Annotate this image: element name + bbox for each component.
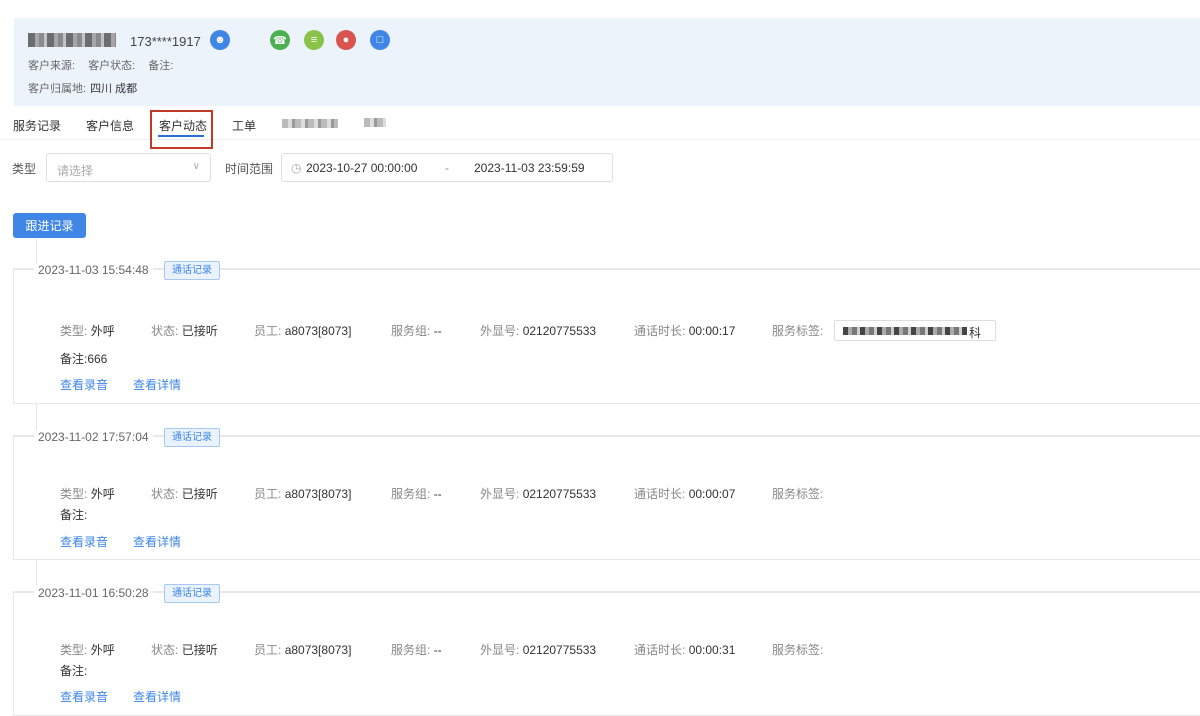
phone-call-icon[interactable]: ☎ <box>270 30 290 50</box>
record-display-number: 外显号: 02120775533 <box>480 643 597 657</box>
tab-bar: 服务记录 客户信息 客户动态 工单 <box>0 106 1200 149</box>
record-time: 2023-11-02 17:57:04 <box>34 430 153 444</box>
location-label: 客户归属地: <box>28 83 87 95</box>
clock-icon: ◷ <box>291 161 302 175</box>
contact-block-icon[interactable]: ● <box>336 30 356 50</box>
record-type-tag: 通话记录 <box>164 584 220 603</box>
customer-phone: 173****1917 <box>130 34 201 49</box>
record-staff: 员工: a8073[8073] <box>254 324 352 338</box>
user-profile-icon[interactable]: ☻ <box>210 30 230 50</box>
record-display-number: 外显号: 02120775533 <box>480 487 597 501</box>
record-service-tag-label: 服务标签: <box>772 643 824 657</box>
active-tab-highlight <box>150 110 213 149</box>
record-status: 状态: 已接听 <box>151 324 218 338</box>
type-select[interactable]: 请选择 ∨ <box>46 153 211 182</box>
service-tag-redacted <box>843 327 967 335</box>
record-card: 2023-11-02 17:57:04 通话记录 类型: 外呼 状态: 已接听 … <box>13 428 1200 560</box>
customer-meta-row: 客户来源: 客户状态: 备注: <box>28 57 183 73</box>
record-type: 类型: 外呼 <box>60 487 115 501</box>
document-icon[interactable]: □ <box>370 30 390 50</box>
record-duration: 通话时长: 00:00:07 <box>634 487 736 501</box>
chevron-down-icon: ∨ <box>192 161 200 172</box>
view-detail-link[interactable]: 查看详情 <box>133 533 181 550</box>
customer-location-row: 客户归属地: 四川 成都 <box>28 80 137 96</box>
view-recording-link[interactable]: 查看录音 <box>60 533 108 550</box>
record-type-tag: 通话记录 <box>164 261 220 280</box>
record-service-group: 服务组: -- <box>391 487 442 501</box>
tab-work-order[interactable]: 工单 <box>232 117 256 134</box>
tab-service-records[interactable]: 服务记录 <box>13 117 61 134</box>
view-recording-link[interactable]: 查看录音 <box>60 376 108 393</box>
type-filter-label: 类型 <box>12 162 37 176</box>
range-separator: - <box>445 161 449 175</box>
record-note: 备注: <box>60 664 88 678</box>
range-filter-label: 时间范围 <box>225 162 274 176</box>
record-service-group: 服务组: -- <box>391 324 442 338</box>
record-card: 2023-11-03 15:54:48 通话记录 类型: 外呼 状态: 已接听 … <box>13 261 1200 404</box>
customer-name-redacted <box>28 33 116 47</box>
record-status: 状态: 已接听 <box>151 487 218 501</box>
record-type-tag: 通话记录 <box>164 428 220 447</box>
record-type: 类型: 外呼 <box>60 643 115 657</box>
record-service-group: 服务组: -- <box>391 643 442 657</box>
service-tag-text: 科 <box>969 326 982 340</box>
record-status: 状态: 已接听 <box>151 643 218 657</box>
follow-record-button[interactable]: 跟进记录 <box>13 213 86 238</box>
record-time: 2023-11-03 15:54:48 <box>34 263 153 277</box>
view-detail-link[interactable]: 查看详情 <box>133 688 181 705</box>
status-label: 客户状态: <box>88 60 136 72</box>
record-display-number: 外显号: 02120775533 <box>480 324 597 338</box>
service-tag-chip: 科 <box>834 320 996 341</box>
tab-redacted-1[interactable] <box>282 119 338 128</box>
message-icon[interactable]: ≡ <box>304 30 324 50</box>
type-select-placeholder: 请选择 <box>57 164 94 178</box>
tab-customer-info[interactable]: 客户信息 <box>86 117 134 134</box>
record-duration: 通话时长: 00:00:17 <box>634 324 736 338</box>
record-type: 类型: 外呼 <box>60 324 115 338</box>
record-service-tag-label: 服务标签: <box>772 324 824 338</box>
location-value: 四川 成都 <box>90 83 138 95</box>
remark-label: 备注: <box>148 60 174 72</box>
record-staff: 员工: a8073[8073] <box>254 643 352 657</box>
record-card: 2023-11-01 16:50:28 通话记录 类型: 外呼 状态: 已接听 … <box>13 584 1200 716</box>
record-duration: 通话时长: 00:00:31 <box>634 643 736 657</box>
record-note: 备注: <box>60 508 88 522</box>
record-time: 2023-11-01 16:50:28 <box>34 586 153 600</box>
source-label: 客户来源: <box>28 60 76 72</box>
range-start[interactable]: 2023-10-27 00:00:00 <box>306 161 417 175</box>
record-note: 备注:666 <box>60 352 108 366</box>
customer-header: 173****1917 ☻ ☎ ≡ ● □ 客户来源: 客户状态: 备注: 客户… <box>14 18 1200 106</box>
view-detail-link[interactable]: 查看详情 <box>133 376 181 393</box>
record-staff: 员工: a8073[8073] <box>254 487 352 501</box>
tab-redacted-2[interactable] <box>364 118 386 127</box>
record-service-tag-label: 服务标签: <box>772 487 824 501</box>
date-range-picker[interactable]: ◷ 2023-10-27 00:00:00 - 2023-11-03 23:59… <box>281 153 613 182</box>
range-end[interactable]: 2023-11-03 23:59:59 <box>474 161 585 175</box>
view-recording-link[interactable]: 查看录音 <box>60 688 108 705</box>
